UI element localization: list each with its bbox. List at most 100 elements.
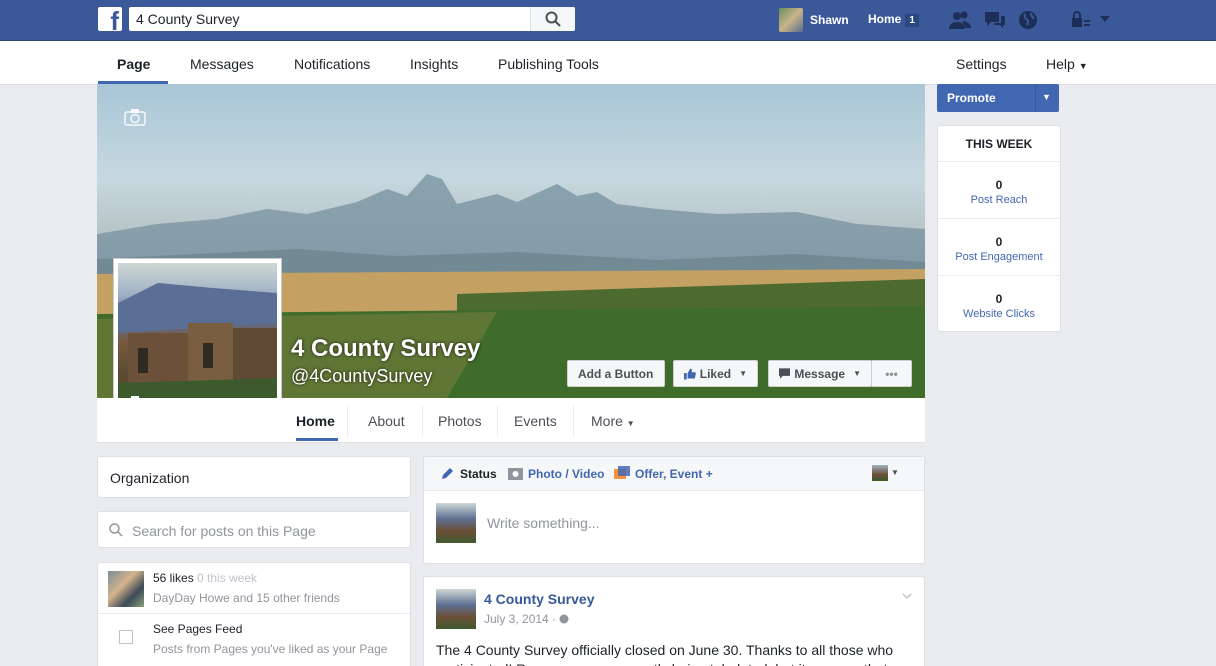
add-a-button-label: Add a Button: [578, 366, 654, 381]
chevron-down-icon[interactable]: ▼: [1042, 92, 1051, 102]
tab-messages[interactable]: Messages: [190, 56, 254, 72]
facebook-logo-icon[interactable]: f: [98, 7, 122, 34]
post-composer: Status Photo / Video Offer, Event + ▼ Wr…: [423, 456, 925, 564]
offer-event-icon: [614, 466, 630, 479]
tab-insights[interactable]: Insights: [410, 56, 458, 72]
page-search-placeholder[interactable]: Search for posts on this Page: [132, 523, 316, 539]
avatar[interactable]: [436, 589, 476, 629]
post-as-avatar[interactable]: [872, 465, 888, 481]
see-pages-feed-link[interactable]: See Pages Feed: [153, 622, 242, 636]
page-category[interactable]: Organization: [110, 470, 189, 486]
tab-help[interactable]: Help ▼: [1046, 56, 1088, 72]
promote-button[interactable]: Promote ▼: [937, 84, 1059, 112]
nav-divider: [497, 406, 498, 436]
home-label: Home: [868, 12, 902, 26]
thumbs-up-icon: [684, 368, 696, 379]
likes-this-week: 0 this week: [197, 571, 258, 585]
stat-value: 0: [995, 178, 1003, 192]
likes-card: 56 likes 0 this week DayDay Howe and 15 …: [97, 562, 411, 666]
more-options-button[interactable]: •••: [871, 360, 912, 387]
tab-publishing-tools[interactable]: Publishing Tools: [498, 56, 599, 72]
avatar: [436, 503, 476, 543]
composer-tabs: Status Photo / Video Offer, Event + ▼: [424, 457, 924, 491]
stat-post-engagement[interactable]: 0 Post Engagement: [938, 219, 1060, 276]
page-category-card: Organization: [97, 456, 411, 498]
likes-summary[interactable]: 56 likes 0 this week: [153, 571, 257, 585]
page-admin-tabs: Page Messages Notifications Insights Pub…: [0, 41, 1216, 85]
help-label: Help: [1046, 56, 1075, 72]
globe-icon: [559, 614, 569, 624]
home-count-badge: 1: [905, 14, 919, 27]
search-bar[interactable]: 4 County Survey: [129, 7, 575, 31]
promote-divider: [1035, 84, 1036, 112]
tab-settings[interactable]: Settings: [956, 56, 1007, 72]
post-body: The 4 County Survey officially closed on…: [436, 642, 909, 666]
stat-website-clicks[interactable]: 0 Website Clicks: [938, 276, 1060, 333]
nav-divider: [422, 406, 423, 436]
post-date-text: July 3, 2014 ·: [484, 612, 557, 626]
pages-feed-icon: [119, 630, 133, 644]
friend-requests-icon[interactable]: [948, 10, 972, 30]
chevron-down-icon: ▼: [1078, 61, 1088, 71]
page-post-search[interactable]: Search for posts on this Page: [97, 511, 411, 548]
update-cover-camera-icon[interactable]: [124, 108, 146, 126]
active-nav-indicator: [296, 438, 338, 441]
search-input[interactable]: 4 County Survey: [136, 11, 240, 27]
nav-home[interactable]: Home: [296, 413, 335, 429]
message-button[interactable]: Message ▼: [768, 360, 872, 387]
post-author[interactable]: 4 County Survey: [484, 591, 594, 607]
chevron-down-icon[interactable]: ▼: [891, 468, 899, 477]
page-navigation: Home About Photos Events More ▼: [97, 398, 925, 443]
post-timestamp[interactable]: July 3, 2014 ·: [484, 612, 569, 626]
camera-icon: [508, 468, 523, 480]
nav-about[interactable]: About: [368, 413, 405, 429]
chevron-down-icon: ▼: [853, 369, 861, 378]
account-menu-icon[interactable]: [1099, 15, 1111, 23]
notifications-globe-icon[interactable]: [1018, 10, 1038, 30]
composer-tab-status[interactable]: Status: [460, 467, 497, 481]
nav-divider: [347, 406, 348, 436]
pages-feed-description: Posts from Pages you've liked as your Pa…: [153, 642, 388, 656]
chevron-down-icon: ▼: [739, 369, 747, 378]
nav-more[interactable]: More ▼: [591, 413, 635, 429]
friends-avatar[interactable]: [108, 571, 144, 607]
feed-post: 4 County Survey July 3, 2014 · The 4 Cou…: [423, 576, 925, 666]
tab-notifications[interactable]: Notifications: [294, 56, 370, 72]
composer-input[interactable]: Write something...: [487, 515, 600, 531]
profile-link[interactable]: Shawn: [779, 7, 849, 33]
liked-button[interactable]: Liked ▼: [673, 360, 758, 387]
top-navigation-bar: f 4 County Survey Shawn Home 1: [0, 0, 1216, 41]
post-options-chevron-icon[interactable]: [902, 593, 912, 599]
home-link[interactable]: Home 1: [868, 12, 919, 27]
privacy-lock-icon[interactable]: [1070, 10, 1092, 30]
page-username[interactable]: @4CountySurvey: [291, 366, 432, 387]
chevron-down-icon: ▼: [626, 419, 635, 428]
messages-icon[interactable]: [983, 10, 1007, 30]
stat-label: Website Clicks: [963, 308, 1035, 320]
stat-label: Post Reach: [970, 194, 1028, 206]
stat-value: 0: [995, 292, 1003, 306]
stat-post-reach[interactable]: 0 Post Reach: [938, 162, 1060, 219]
nav-events[interactable]: Events: [514, 413, 557, 429]
nav-more-label: More: [591, 413, 623, 429]
message-bubble-icon: [779, 367, 791, 379]
composer-tab-photo-video[interactable]: Photo / Video: [528, 467, 604, 481]
stat-label: Post Engagement: [955, 251, 1043, 263]
page-title: 4 County Survey: [291, 335, 481, 362]
tab-page[interactable]: Page: [117, 56, 150, 72]
composer-tab-offer-event[interactable]: Offer, Event +: [635, 467, 713, 481]
search-button[interactable]: [530, 7, 575, 31]
this-week-panel: THIS WEEK 0 Post Reach 0 Post Engagement…: [937, 125, 1061, 332]
search-icon: [109, 523, 123, 537]
search-icon: [545, 11, 561, 27]
more-options-label: •••: [885, 366, 898, 381]
liked-label: Liked: [699, 366, 732, 381]
pencil-icon: [442, 468, 453, 479]
add-a-button[interactable]: Add a Button: [567, 360, 665, 387]
stat-value: 0: [995, 235, 1003, 249]
likes-friends[interactable]: DayDay Howe and 15 other friends: [153, 591, 340, 605]
nav-photos[interactable]: Photos: [438, 413, 482, 429]
avatar: [779, 8, 803, 32]
message-label: Message: [794, 366, 846, 381]
user-name: Shawn: [810, 13, 849, 27]
